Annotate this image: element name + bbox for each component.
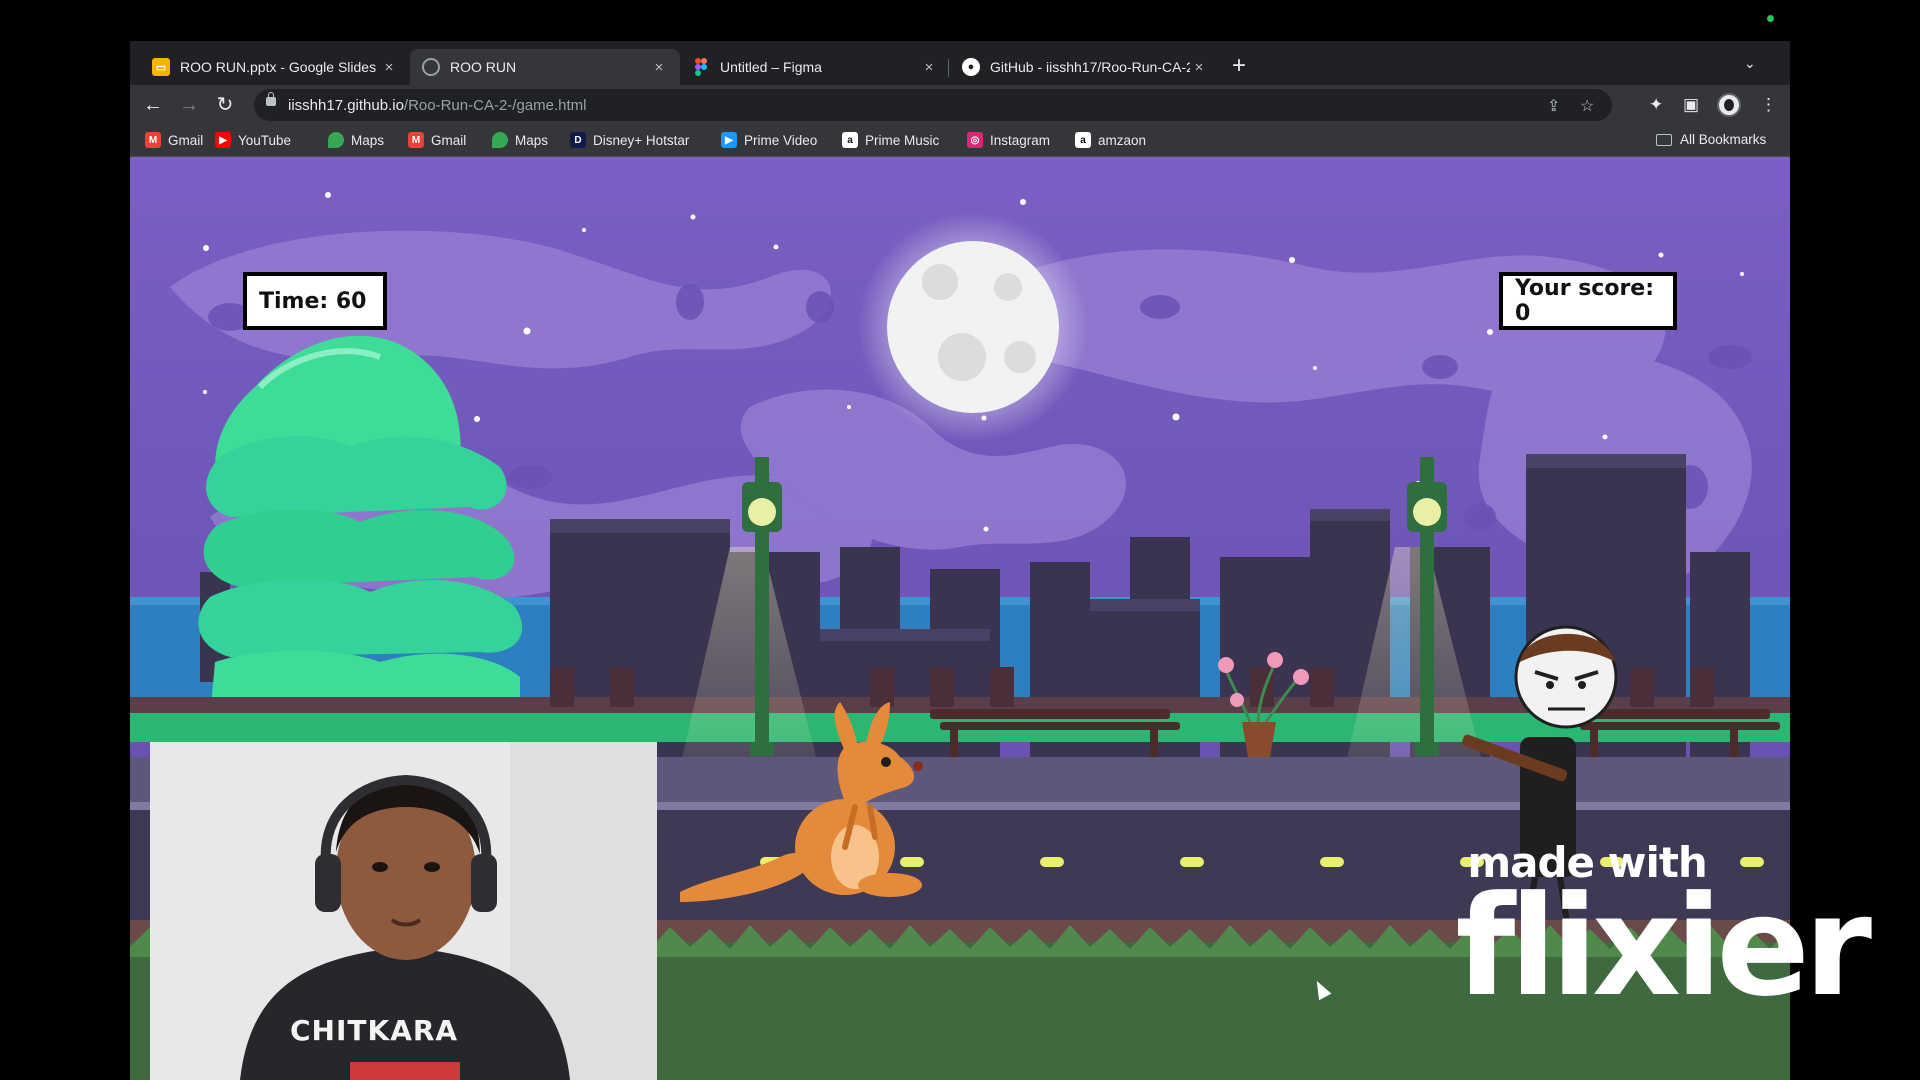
youtube-icon: ▶ xyxy=(215,132,231,148)
tab-google-slides[interactable]: ▭ ROO RUN.pptx - Google Slides × xyxy=(140,49,410,85)
flixier-watermark: made with flixier xyxy=(1455,838,1872,1027)
bookmark-gmail[interactable]: M Gmail xyxy=(408,132,466,148)
gmail-icon: M xyxy=(408,132,424,148)
side-panel-icon[interactable]: ▣ xyxy=(1683,95,1699,115)
figma-icon xyxy=(692,58,710,76)
bookmark-maps[interactable]: Maps xyxy=(328,132,384,148)
bookmark-star-icon[interactable]: ☆ xyxy=(1580,96,1594,116)
time-display: Time: 60 xyxy=(243,272,387,330)
lock-icon xyxy=(266,92,276,106)
bookmark-label: Prime Video xyxy=(744,132,818,148)
bookmark-youtube[interactable]: ▶ YouTube xyxy=(215,132,291,148)
url-text[interactable]: iisshh17.github.io/Roo-Run-CA-2-/game.ht… xyxy=(288,97,586,114)
url-path: /Roo-Run-CA-2-/game.html xyxy=(403,97,587,114)
watermark-logo: flixier xyxy=(1455,866,1872,1027)
bookmark-prime-music[interactable]: a Prime Music xyxy=(842,132,939,148)
share-icon[interactable]: ⇪ xyxy=(1547,96,1560,116)
bookmark-amazon[interactable]: a amzaon xyxy=(1075,132,1146,148)
tab-roo-run[interactable]: ROO RUN × xyxy=(410,49,680,85)
tab-search-chevron-icon[interactable]: ⌄ xyxy=(1744,55,1756,72)
bookmark-label: Instagram xyxy=(990,132,1051,148)
bookmark-maps[interactable]: Maps xyxy=(492,132,548,148)
amazon-icon: a xyxy=(842,132,858,148)
bookmark-label: amzaon xyxy=(1098,132,1147,148)
new-tab-button[interactable]: + xyxy=(1225,53,1253,81)
bookmark-label: YouTube xyxy=(238,132,292,148)
github-icon: ● xyxy=(962,58,980,76)
profile-avatar[interactable] xyxy=(1717,93,1741,117)
hoodie-text: CHITKARA xyxy=(290,1014,459,1047)
instagram-icon: ◎ xyxy=(967,132,983,148)
all-bookmarks-label: All Bookmarks xyxy=(1680,132,1767,147)
close-icon[interactable]: × xyxy=(650,59,668,76)
maps-icon xyxy=(328,132,344,148)
forward-arrow-icon[interactable]: → xyxy=(175,91,203,119)
webcam-overlay: CHITKARA xyxy=(150,742,657,1080)
address-bar[interactable]: iisshh17.github.io/Roo-Run-CA-2-/game.ht… xyxy=(254,89,1612,121)
bookmark-prime-video[interactable]: ▶ Prime Video xyxy=(721,132,817,148)
globe-icon xyxy=(422,58,440,76)
reload-icon[interactable]: ↻ xyxy=(211,91,239,119)
bookmark-hotstar[interactable]: D Disney+ Hotstar xyxy=(570,132,689,148)
bookmark-label: Gmail xyxy=(168,132,204,148)
bookmark-label: Disney+ Hotstar xyxy=(593,132,690,148)
tab-github[interactable]: ● GitHub - iisshh17/Roo-Run-CA-2 × xyxy=(950,49,1220,85)
url-host: iisshh17.github.io xyxy=(288,97,404,114)
bookmark-label: Maps xyxy=(351,132,385,148)
close-icon[interactable]: × xyxy=(380,59,398,76)
recording-indicator-dot xyxy=(1767,15,1774,22)
hotstar-icon: D xyxy=(570,132,586,148)
moon xyxy=(887,241,1059,413)
gmail-icon: M xyxy=(145,132,161,148)
tab-strip: ▭ ROO RUN.pptx - Google Slides × ROO RUN… xyxy=(130,41,1790,85)
score-display: Your score: 0 xyxy=(1499,272,1677,330)
more-menu-icon[interactable]: ⋮ xyxy=(1760,95,1777,115)
extensions-puzzle-icon[interactable]: ✦ xyxy=(1649,95,1663,115)
prime-video-icon: ▶ xyxy=(721,132,737,148)
bookmark-instagram[interactable]: ◎ Instagram xyxy=(967,132,1050,148)
tab-separator xyxy=(948,59,949,77)
close-icon[interactable]: × xyxy=(1190,59,1208,76)
bookmarks-bar: M Gmail ▶ YouTube Maps M Gmail Maps D Disney… xyxy=(130,125,1790,157)
tab-figma[interactable]: Untitled – Figma × xyxy=(680,49,950,85)
tab-title: GitHub - iisshh17/Roo-Run-CA-2 xyxy=(990,59,1190,75)
maps-icon xyxy=(492,132,508,148)
browser-toolbar: ← → ↻ iisshh17.github.io/Roo-Run-CA-2-/g… xyxy=(130,85,1790,125)
tab-title: ROO RUN.pptx - Google Slides xyxy=(180,59,377,75)
tab-title: Untitled – Figma xyxy=(720,59,822,75)
bookmark-label: Gmail xyxy=(431,132,467,148)
back-arrow-icon[interactable]: ← xyxy=(139,91,167,119)
amazon-icon: a xyxy=(1075,132,1091,148)
bookmark-gmail[interactable]: M Gmail xyxy=(145,132,203,148)
folder-icon xyxy=(1656,133,1672,146)
close-icon[interactable]: × xyxy=(920,59,938,76)
google-slides-icon: ▭ xyxy=(152,58,170,76)
bookmark-label: Prime Music xyxy=(865,132,940,148)
tab-title: ROO RUN xyxy=(450,59,517,75)
bookmark-label: Maps xyxy=(515,132,549,148)
all-bookmarks-button[interactable]: All Bookmarks xyxy=(1656,132,1766,147)
